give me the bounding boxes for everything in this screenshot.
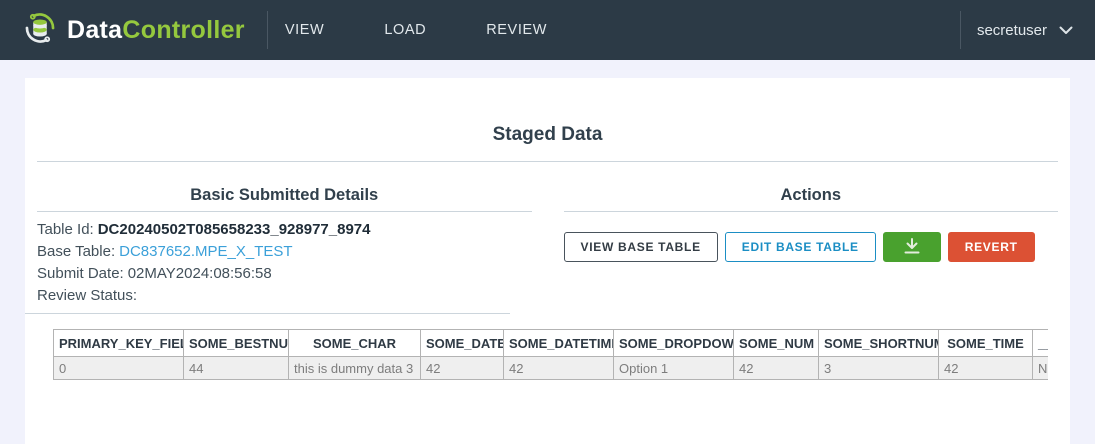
download-icon: [902, 237, 922, 258]
column-header[interactable]: SOME_DATE: [421, 330, 504, 357]
table-id-label: Table Id:: [37, 221, 94, 238]
brand-name: DataController: [67, 16, 245, 45]
details-heading-divider: [37, 211, 532, 212]
revert-button[interactable]: REVERT: [948, 232, 1035, 262]
table-id-row: Table Id:DC20240502T085658233_928977_897…: [37, 219, 532, 241]
datacontroller-logo[interactable]: DataController: [22, 10, 245, 51]
top-navigation-bar: DataController VIEW LOAD REVIEW secretus…: [0, 0, 1095, 60]
column-header[interactable]: SOME_SHORTNUM: [819, 330, 939, 357]
content-card: Staged Data Basic Submitted Details Tabl…: [25, 78, 1070, 444]
table-cell[interactable]: 0: [54, 357, 184, 380]
actions-section: Actions VIEW BASE TABLE EDIT BASE TABLE: [564, 184, 1059, 307]
review-status-label: Review Status:: [37, 287, 137, 304]
column-header[interactable]: SOME_NUM: [734, 330, 819, 357]
table-id-value: DC20240502T085658233_928977_8974: [98, 221, 371, 238]
page-background: Staged Data Basic Submitted Details Tabl…: [0, 60, 1095, 444]
table-header-row: PRIMARY_KEY_FIELDSOME_BESTNUMSOME_CHARSO…: [54, 330, 1049, 357]
chevron-down-icon: [1059, 26, 1073, 35]
table-row: 044this is dummy data 34242Option 142342…: [54, 357, 1049, 380]
review-status-row: Review Status:: [37, 285, 532, 307]
nav-item-view[interactable]: VIEW: [285, 22, 324, 38]
table-cell[interactable]: 42: [734, 357, 819, 380]
column-header[interactable]: __: [1033, 330, 1049, 357]
page-title: Staged Data: [25, 78, 1070, 146]
actions-heading-divider: [564, 211, 1059, 212]
column-header[interactable]: SOME_DROPDOWN: [614, 330, 734, 357]
base-table-label: Base Table:: [37, 243, 115, 260]
header-divider: [267, 11, 268, 49]
column-header[interactable]: PRIMARY_KEY_FIELD: [54, 330, 184, 357]
title-divider: [37, 161, 1058, 162]
download-button[interactable]: [883, 232, 941, 262]
table-cell[interactable]: 3: [819, 357, 939, 380]
table-cell[interactable]: Option 1: [614, 357, 734, 380]
base-table-link[interactable]: DC837652.MPE_X_TEST: [119, 243, 292, 260]
details-bottom-divider: [25, 313, 510, 314]
main-nav: VIEW LOAD REVIEW: [285, 22, 607, 38]
nav-item-load[interactable]: LOAD: [384, 22, 426, 38]
submit-date-label: Submit Date:: [37, 265, 124, 282]
database-sync-icon: [22, 10, 58, 51]
table-cell[interactable]: 42: [421, 357, 504, 380]
table-cell[interactable]: 44: [184, 357, 289, 380]
details-heading: Basic Submitted Details: [37, 184, 532, 206]
topbar-right: secretuser: [960, 11, 1073, 49]
table-cell[interactable]: 42: [939, 357, 1033, 380]
basic-submitted-details-section: Basic Submitted Details Table Id:DC20240…: [37, 184, 532, 307]
table-cell[interactable]: N: [1033, 357, 1049, 380]
base-table-row: Base Table:DC837652.MPE_X_TEST: [37, 241, 532, 263]
column-header[interactable]: SOME_CHAR: [289, 330, 421, 357]
table-cell[interactable]: this is dummy data 3: [289, 357, 421, 380]
table-cell[interactable]: 42: [504, 357, 614, 380]
column-header[interactable]: SOME_TIME: [939, 330, 1033, 357]
submit-date-row: Submit Date:02MAY2024:08:56:58: [37, 263, 532, 285]
column-header[interactable]: SOME_BESTNUM: [184, 330, 289, 357]
header-divider: [960, 11, 961, 49]
nav-item-review[interactable]: REVIEW: [486, 22, 547, 38]
view-base-table-button[interactable]: VIEW BASE TABLE: [564, 232, 718, 262]
submit-date-value: 02MAY2024:08:56:58: [128, 265, 272, 282]
actions-heading: Actions: [564, 184, 1059, 206]
staged-data-grid: PRIMARY_KEY_FIELDSOME_BESTNUMSOME_CHARSO…: [53, 329, 1048, 380]
column-header[interactable]: SOME_DATETIME: [504, 330, 614, 357]
edit-base-table-button[interactable]: EDIT BASE TABLE: [725, 232, 876, 262]
username-label: secretuser: [977, 22, 1047, 39]
user-menu[interactable]: secretuser: [977, 22, 1073, 39]
